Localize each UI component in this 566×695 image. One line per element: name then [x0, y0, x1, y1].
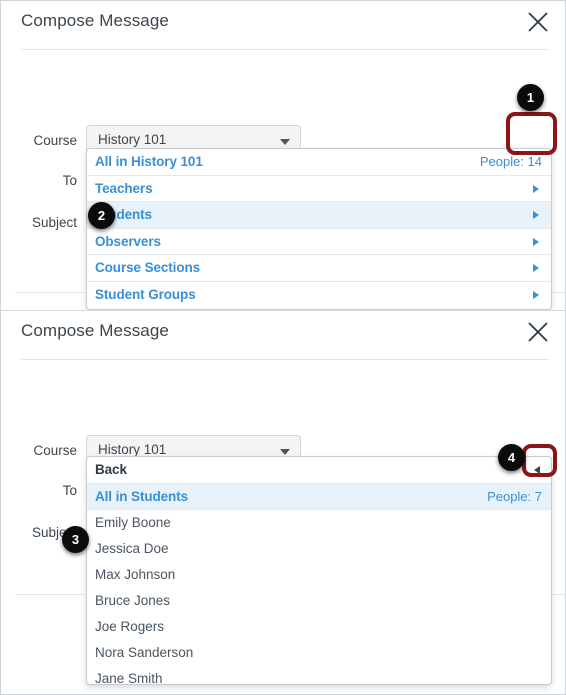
dropdown-item-label: Student Groups — [95, 286, 196, 302]
list-item[interactable]: Joe Rogers — [87, 614, 551, 640]
close-icon[interactable] — [525, 319, 551, 345]
arrow-right-icon — [533, 237, 539, 246]
course-select-value: History 101 — [98, 132, 167, 147]
person-name: Nora Sanderson — [95, 645, 194, 660]
arrow-right-icon — [533, 264, 539, 272]
annotation-badge-1: 1 — [517, 84, 544, 111]
list-item[interactable]: Jessica Doe — [87, 536, 551, 562]
course-label: Course — [33, 443, 77, 458]
compose-message-panel-1: Compose Message Course History 101 To Su… — [1, 1, 565, 311]
annotation-badge-4: 4 — [498, 444, 525, 471]
list-item[interactable]: Jane Smith — [87, 666, 551, 685]
header-divider — [21, 49, 549, 50]
list-item[interactable]: Nora Sanderson — [87, 640, 551, 666]
panel-1-header: Compose Message — [1, 1, 565, 50]
panel-2-header: Compose Message — [1, 311, 565, 360]
recipient-dropdown-top[interactable]: All in History 101 People: 14 Teachers S… — [86, 148, 552, 310]
form-divider-1b — [553, 292, 565, 293]
screenshot-root: Compose Message Course History 101 To Su… — [0, 0, 566, 695]
compose-message-panel-2: Compose Message Course History 101 To Su… — [1, 311, 565, 694]
close-icon[interactable] — [525, 9, 551, 35]
annotation-badge-2: 2 — [88, 202, 115, 229]
page-title-2: Compose Message — [21, 321, 169, 340]
dropdown-item-all-course[interactable]: All in History 101 People: 14 — [87, 149, 551, 176]
dropdown-item-label: All in History 101 — [95, 154, 203, 169]
chevron-down-icon — [280, 139, 290, 145]
header-divider — [21, 359, 549, 360]
arrow-right-icon — [533, 290, 539, 299]
form-divider-2b — [553, 594, 565, 595]
dropdown-item-count: People: 14 — [479, 154, 542, 169]
arrow-right-icon — [533, 211, 539, 219]
dropdown-item-label: Back — [95, 462, 127, 477]
dropdown-item-students[interactable]: Students — [87, 202, 551, 229]
recipient-dropdown-bottom[interactable]: Back All in Students People: 7 Emily Boo… — [86, 456, 552, 685]
person-name: Jessica Doe — [95, 541, 169, 556]
person-name: Jane Smith — [95, 671, 163, 685]
subject-label: Subject — [31, 215, 77, 230]
course-select-value: History 101 — [98, 442, 167, 457]
person-name: Joe Rogers — [95, 619, 165, 634]
person-name: Bruce Jones — [95, 593, 171, 608]
dropdown-item-observers[interactable]: Observers — [87, 229, 551, 255]
dropdown-item-teachers[interactable]: Teachers — [87, 176, 551, 202]
page-title: Compose Message — [21, 11, 169, 30]
dropdown-item-count: People: 7 — [487, 488, 542, 504]
to-label: To — [62, 173, 77, 188]
form-divider-2 — [15, 594, 85, 595]
person-name: Max Johnson — [95, 567, 176, 582]
to-label: To — [62, 483, 77, 498]
chevron-down-icon — [280, 449, 290, 455]
list-item[interactable]: Max Johnson — [87, 562, 551, 588]
dropdown-item-label: Observers — [95, 233, 161, 249]
arrow-right-icon — [533, 184, 539, 193]
form-divider-1 — [15, 292, 85, 293]
dropdown-item-student-groups[interactable]: Student Groups — [87, 282, 551, 309]
annotation-highlight-4 — [522, 444, 557, 477]
course-label: Course — [33, 133, 77, 148]
annotation-badge-3: 3 — [62, 526, 89, 553]
dropdown-item-back[interactable]: Back — [87, 457, 551, 484]
dropdown-item-label: Course Sections — [95, 260, 201, 275]
list-item[interactable]: Bruce Jones — [87, 588, 551, 614]
dropdown-item-label: All in Students — [95, 488, 189, 504]
dropdown-item-label: Teachers — [95, 180, 153, 196]
list-item[interactable]: Emily Boone — [87, 510, 551, 536]
person-name: Emily Boone — [95, 515, 171, 530]
dropdown-item-course-sections[interactable]: Course Sections — [87, 255, 551, 282]
dropdown-item-all-students[interactable]: All in Students People: 7 — [87, 483, 551, 510]
annotation-highlight-1 — [506, 112, 557, 155]
